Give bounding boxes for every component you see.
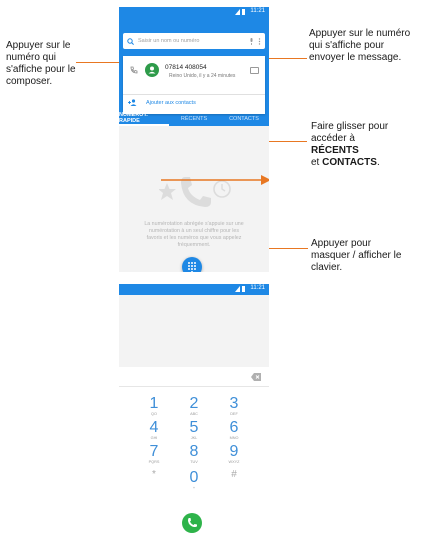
swipe-text: Faire glisser pour accéder à bbox=[311, 121, 389, 144]
person-icon bbox=[148, 66, 156, 74]
key-letters: TUV bbox=[190, 460, 198, 464]
add-contact-icon bbox=[128, 99, 137, 106]
dialpad-key-5[interactable]: 5 JKL bbox=[179, 419, 209, 441]
key-letters: JKL bbox=[190, 436, 198, 440]
key-letters: QO bbox=[151, 412, 157, 416]
dialpad-key-7[interactable]: 7 PQRS bbox=[139, 443, 169, 465]
search-icon bbox=[127, 37, 134, 45]
leader-compose bbox=[76, 62, 121, 63]
number-input[interactable] bbox=[119, 367, 269, 387]
key-letters: GHI bbox=[150, 436, 158, 440]
call-icon bbox=[188, 518, 197, 527]
key-letters bbox=[219, 481, 249, 486]
key-digit: 1 bbox=[149, 395, 159, 412]
key-digit: 8 bbox=[189, 443, 199, 460]
key-digit: # bbox=[231, 469, 237, 480]
tab-speed-dial[interactable]: NUMÉROT. RAPIDE bbox=[119, 112, 169, 126]
speed-dial-empty-state: La numérotation abrégée s'appuie sur une… bbox=[119, 126, 269, 272]
tab-recents[interactable]: RÉCENTS bbox=[169, 112, 219, 126]
key-letters: MNO bbox=[229, 436, 239, 440]
call-button[interactable] bbox=[182, 513, 202, 533]
swipe-contacts-label: CONTACTS bbox=[322, 157, 377, 168]
signal-battery-icon-2 bbox=[235, 286, 245, 292]
key-letters: ABC bbox=[190, 412, 198, 416]
status-bar: 11:21 bbox=[119, 7, 269, 18]
dialpad-key-6[interactable]: 6 MNO bbox=[219, 419, 249, 441]
key-letters bbox=[139, 481, 169, 486]
phone-icon[interactable] bbox=[130, 66, 138, 74]
dialpad-background bbox=[119, 295, 269, 367]
key-digit: 4 bbox=[149, 419, 159, 436]
add-contact-row[interactable]: Ajouter aux contacts bbox=[123, 94, 265, 110]
recent-number[interactable]: 07814 408054 bbox=[165, 64, 207, 71]
dialpad-key-2[interactable]: 2 ABC bbox=[179, 395, 209, 417]
swipe-recents-label: RÉCENTS bbox=[311, 145, 359, 156]
key-letters: WXYZ bbox=[228, 460, 240, 464]
recent-call-card[interactable]: 07814 408054 Reino Unido, il y a 24 minu… bbox=[123, 56, 265, 114]
callout-keypad: Appuyer pour masquer / afficher le clavi… bbox=[311, 238, 402, 273]
search-input[interactable]: Saisir un nom ou numéro bbox=[138, 38, 245, 44]
dialpad-key-8[interactable]: 8 TUV bbox=[179, 443, 209, 465]
dialpad-key-9[interactable]: 9 WXYZ bbox=[219, 443, 249, 465]
recent-detail: Reino Unido, il y a 24 minutes bbox=[169, 73, 236, 79]
backspace-icon[interactable] bbox=[251, 373, 261, 381]
swipe-end: . bbox=[376, 157, 380, 168]
status-time-2: 11:21 bbox=[250, 285, 265, 291]
callout-message: Appuyer sur le numéro qui s'affiche pour… bbox=[309, 28, 411, 63]
dialpad-icon bbox=[188, 262, 196, 272]
callout-compose: Appuyer sur le numéro qui s'affiche pour… bbox=[6, 40, 76, 87]
tab-bar: NUMÉROT. RAPIDE RÉCENTS CONTACTS bbox=[119, 112, 269, 126]
key-digit: 9 bbox=[229, 443, 239, 460]
dialpad-key-hash[interactable]: # bbox=[219, 469, 249, 486]
key-digit: 5 bbox=[189, 419, 199, 436]
dialpad-key-0[interactable]: 0 + bbox=[179, 469, 209, 491]
keypad-toggle-button[interactable] bbox=[182, 257, 202, 272]
key-digit: 6 bbox=[229, 419, 239, 436]
status-time: 11:21 bbox=[250, 8, 265, 14]
dialer-header: Saisir un nom ou numéro 07814 408054 Rei… bbox=[119, 18, 269, 126]
key-letters: + bbox=[192, 486, 196, 490]
dialer-screen: 11:21 Saisir un nom ou numéro 07814 4080… bbox=[119, 7, 269, 272]
mic-icon[interactable] bbox=[249, 37, 254, 45]
dialpad: 1 QO 2 ABC 3 DEF 4 GHI 5 JKL 6 MNO 7 PQRS 8 TUV 9 WXYZ * 0 +… bbox=[119, 367, 269, 541]
message-icon[interactable] bbox=[250, 67, 259, 74]
callout-swipe: Faire glisser pour accéder à RÉCENTS et … bbox=[311, 121, 406, 169]
swipe-arrow-icon bbox=[161, 175, 269, 185]
dialpad-key-4[interactable]: 4 GHI bbox=[139, 419, 169, 441]
contact-avatar bbox=[145, 63, 159, 77]
more-options-icon[interactable] bbox=[258, 37, 261, 45]
dialpad-key-star[interactable]: * bbox=[139, 469, 169, 486]
swipe-and: et bbox=[311, 157, 320, 168]
tab-contacts[interactable]: CONTACTS bbox=[219, 112, 269, 126]
key-digit: 3 bbox=[229, 395, 239, 412]
key-digit: 2 bbox=[189, 395, 199, 412]
speed-dial-empty-text: La numérotation abrégée s'appuie sur une… bbox=[144, 221, 244, 248]
key-letters: DEF bbox=[230, 412, 238, 416]
key-digit: * bbox=[152, 469, 156, 480]
key-digit: 0 bbox=[189, 469, 199, 486]
search-bar[interactable]: Saisir un nom ou numéro bbox=[123, 33, 265, 49]
dialpad-key-1[interactable]: 1 QO bbox=[139, 395, 169, 417]
add-contact-label[interactable]: Ajouter aux contacts bbox=[146, 100, 196, 106]
key-letters: PQRS bbox=[148, 460, 160, 464]
dialpad-key-3[interactable]: 3 DEF bbox=[219, 395, 249, 417]
signal-battery-icon bbox=[235, 9, 245, 15]
dialpad-screen: 11:21 1 QO 2 ABC 3 DEF 4 GHI 5 JKL 6 MNO 7 PQRS 8 TUV 9 W… bbox=[119, 284, 269, 541]
key-digit: 7 bbox=[149, 443, 159, 460]
status-bar-2: 11:21 bbox=[119, 284, 269, 295]
